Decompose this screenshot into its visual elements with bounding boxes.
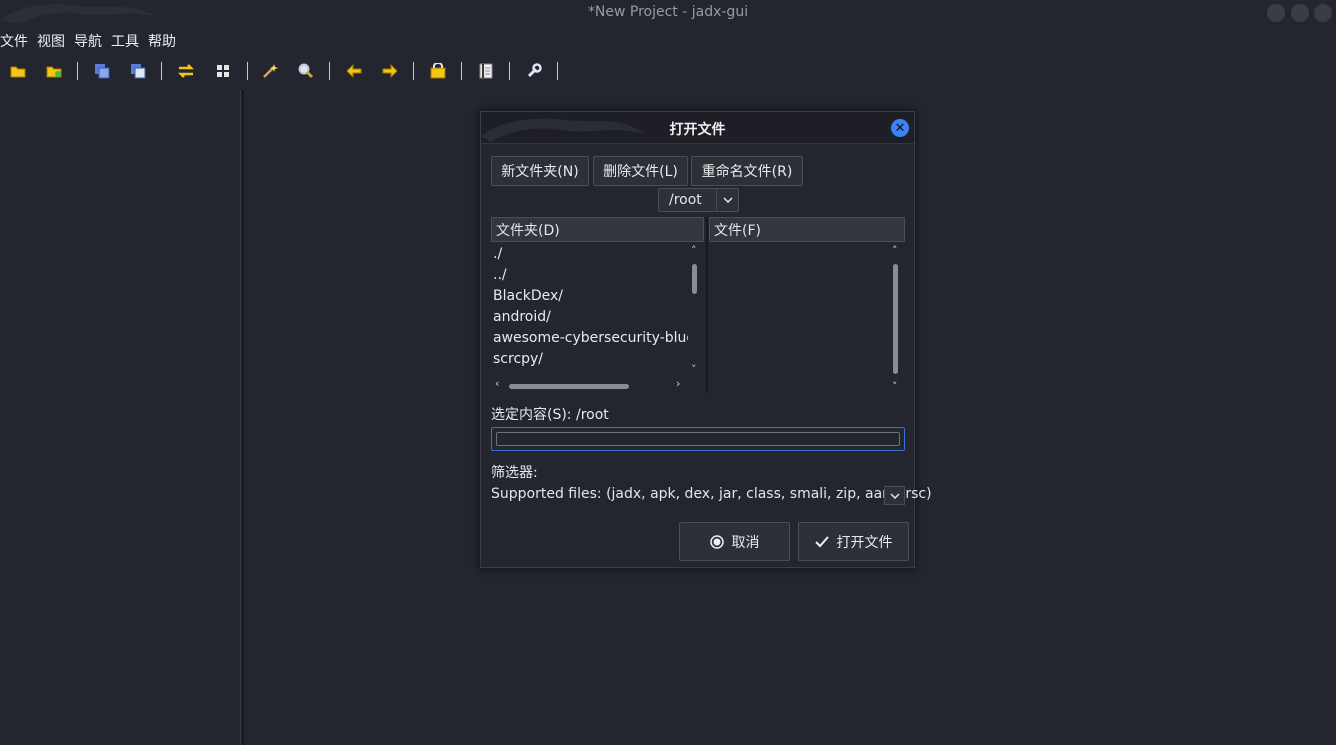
dialog-close-button[interactable]: ✕ bbox=[891, 119, 909, 137]
chevron-down-icon[interactable] bbox=[884, 486, 905, 505]
scroll-right-icon[interactable]: › bbox=[676, 377, 680, 390]
scroll-down-icon[interactable]: ˅ bbox=[691, 363, 697, 376]
close-window-button[interactable] bbox=[1314, 4, 1332, 22]
deobfuscation-icon[interactable] bbox=[428, 61, 448, 81]
close-icon: ✕ bbox=[894, 120, 906, 136]
scroll-up-icon[interactable]: ˄ bbox=[691, 244, 697, 257]
toolbar-separator bbox=[461, 62, 462, 80]
path-combo[interactable]: /root bbox=[658, 188, 739, 212]
forward-icon[interactable] bbox=[380, 61, 400, 81]
folders-list[interactable]: ./ ../ BlackDex/ android/ awesome-cybers… bbox=[491, 244, 688, 376]
add-files-icon[interactable] bbox=[44, 61, 64, 81]
toolbar-separator bbox=[509, 62, 510, 80]
scroll-up-icon[interactable]: ˄ bbox=[892, 244, 898, 257]
folder-item[interactable]: scrcpy/ bbox=[491, 349, 688, 370]
scroll-thumb[interactable] bbox=[893, 264, 898, 374]
delete-file-button[interactable]: 删除文件(L) bbox=[593, 156, 688, 186]
open-label: 打开文件 bbox=[836, 534, 893, 551]
toolbar-separator bbox=[77, 62, 78, 80]
log-viewer-icon[interactable] bbox=[476, 61, 496, 81]
new-folder-button[interactable]: 新文件夹(N) bbox=[491, 156, 589, 186]
decompile-all-icon[interactable] bbox=[260, 61, 280, 81]
dialog-title: 打开文件 bbox=[669, 122, 726, 138]
files-list[interactable] bbox=[709, 244, 889, 393]
menu-navigation[interactable]: 导航 bbox=[74, 29, 102, 53]
sync-icon[interactable] bbox=[176, 61, 196, 81]
filter-value: Supported files: (jadx, apk, dex, jar, c… bbox=[491, 486, 932, 502]
folder-item[interactable]: ./ bbox=[491, 244, 688, 265]
folders-vscrollbar[interactable]: ˄ ˅ bbox=[689, 244, 701, 376]
rename-file-button[interactable]: 重命名文件(R) bbox=[691, 156, 803, 186]
open-file-icon[interactable] bbox=[8, 61, 28, 81]
folder-item[interactable]: ../ bbox=[491, 265, 688, 286]
check-icon bbox=[814, 535, 829, 547]
cancel-label: 取消 bbox=[731, 534, 760, 551]
menu-file[interactable]: 文件 bbox=[0, 29, 28, 53]
export-icon[interactable] bbox=[128, 61, 148, 81]
chevron-down-icon[interactable] bbox=[716, 189, 738, 211]
files-header: 文件(F) bbox=[709, 217, 905, 242]
menu-help[interactable]: 帮助 bbox=[148, 29, 176, 53]
save-all-icon[interactable] bbox=[92, 61, 112, 81]
toolbar-separator bbox=[413, 62, 414, 80]
cancel-icon bbox=[709, 534, 724, 549]
toolbar-separator bbox=[247, 62, 248, 80]
menu-view[interactable]: 视图 bbox=[37, 29, 65, 53]
cancel-button[interactable]: 取消 bbox=[679, 522, 790, 561]
menu-tools[interactable]: 工具 bbox=[111, 29, 139, 53]
toolbar-separator bbox=[557, 62, 558, 80]
open-file-button[interactable]: 打开文件 bbox=[798, 522, 909, 561]
scroll-thumb[interactable] bbox=[509, 384, 629, 389]
folder-item[interactable]: android/ bbox=[491, 307, 688, 328]
preferences-icon[interactable] bbox=[524, 61, 544, 81]
maximize-button[interactable] bbox=[1291, 4, 1309, 22]
toolbar-separator bbox=[329, 62, 330, 80]
title-bar: *New Project - jadx-gui bbox=[0, 0, 1336, 27]
scroll-left-icon[interactable]: ‹ bbox=[495, 377, 499, 390]
scroll-thumb[interactable] bbox=[692, 264, 697, 294]
path-value: /root bbox=[669, 192, 702, 208]
back-icon[interactable] bbox=[344, 61, 364, 81]
open-file-dialog: 打开文件 ✕ 新文件夹(N) 删除文件(L) 重命名文件(R) /root 文件… bbox=[480, 111, 932, 568]
toolbar-separator bbox=[161, 62, 162, 80]
files-vscrollbar[interactable]: ˄ ˅ bbox=[890, 244, 902, 393]
scroll-down-icon[interactable]: ˅ bbox=[892, 380, 898, 393]
window-title: *New Project - jadx-gui bbox=[587, 4, 749, 20]
filter-label: 筛选器: bbox=[491, 465, 538, 481]
project-tree-pane[interactable] bbox=[0, 90, 240, 745]
folders-header: 文件夹(D) bbox=[491, 217, 704, 242]
folders-hscrollbar[interactable]: ‹ › bbox=[491, 377, 688, 393]
list-divider bbox=[706, 217, 708, 393]
search-icon[interactable] bbox=[296, 61, 316, 81]
folder-item[interactable]: BlackDex/ bbox=[491, 286, 688, 307]
folder-item[interactable]: awesome-cybersecurity-blue bbox=[491, 328, 688, 349]
dialog-header: 打开文件 ✕ bbox=[481, 112, 914, 144]
selection-input[interactable] bbox=[491, 427, 905, 451]
selection-label: 选定内容(S): /root bbox=[491, 407, 609, 423]
flatten-packages-icon[interactable] bbox=[213, 61, 233, 81]
minimize-button[interactable] bbox=[1267, 4, 1285, 22]
filter-select[interactable]: Supported files: (jadx, apk, dex, jar, c… bbox=[491, 486, 932, 506]
menu-bar: 文件 视图 导航 工具 帮助 bbox=[0, 29, 185, 53]
